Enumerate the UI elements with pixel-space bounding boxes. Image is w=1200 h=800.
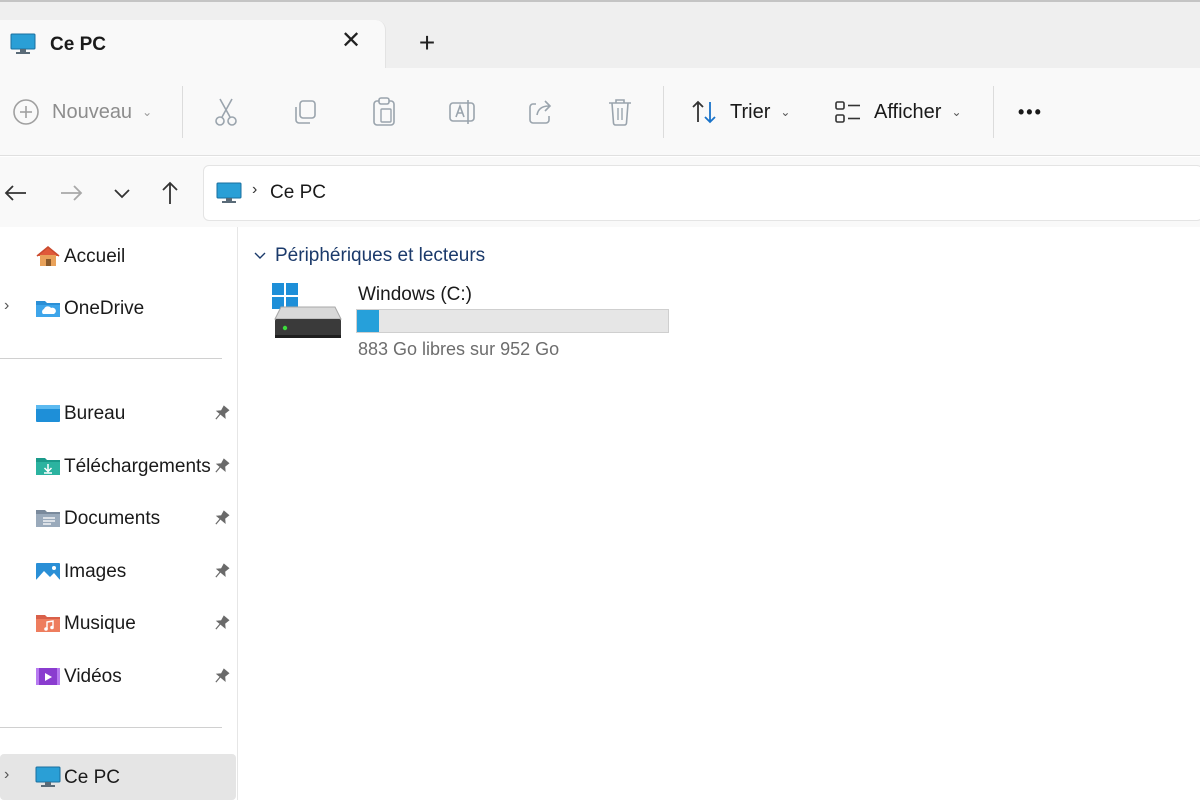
chevron-down-icon: ⌄ (780, 105, 791, 119)
sidebar-item-videos[interactable]: Vidéos (0, 653, 236, 699)
add-circle-icon (13, 99, 39, 125)
computer-icon (216, 182, 242, 203)
drive-name: Windows (C:) (358, 284, 473, 305)
sidebar-item-images[interactable]: Images (0, 548, 236, 594)
documents-folder-icon (36, 510, 60, 527)
videos-folder-icon (36, 668, 60, 685)
pin-icon[interactable] (212, 562, 230, 580)
breadcrumb-ce-pc[interactable]: Ce PC (270, 182, 326, 204)
sort-button[interactable]: Trier ⌄ (690, 92, 790, 132)
toolbar-divider (182, 86, 183, 138)
chevron-down-icon: ⌄ (951, 105, 962, 119)
pin-icon[interactable] (212, 614, 230, 632)
drive-item[interactable]: Windows (C:) 883 Go libres sur 952 Go (271, 283, 691, 367)
pictures-folder-icon (36, 563, 60, 580)
pin-icon[interactable] (212, 667, 230, 685)
copy-icon (295, 100, 316, 124)
new-tab-button[interactable]: + (414, 29, 440, 57)
drive-usage-bar (356, 309, 669, 333)
rename-button[interactable] (448, 92, 478, 132)
chevron-right-icon[interactable]: › (4, 766, 9, 784)
paste-button[interactable] (370, 92, 398, 132)
delete-icon (609, 99, 631, 126)
group-title: Périphériques et lecteurs (275, 245, 486, 266)
drive-usage-fill (357, 310, 379, 332)
chevron-down-icon (254, 252, 266, 259)
chevron-right-icon[interactable]: › (4, 297, 9, 315)
tab-strip: Ce PC ✕ + (0, 0, 1200, 70)
view-label: Afficher (874, 100, 942, 123)
copy-button[interactable] (291, 92, 319, 132)
close-icon[interactable]: ✕ (340, 29, 362, 53)
tab-ce-pc[interactable]: Ce PC ✕ (0, 20, 386, 70)
sidebar-item-label: Accueil (64, 246, 126, 267)
rename-icon (449, 100, 475, 124)
sidebar-item-label: Téléchargements (64, 456, 211, 477)
sidebar-item-bureau[interactable]: Bureau (0, 390, 236, 436)
music-folder-icon (36, 615, 60, 632)
address-bar[interactable]: › Ce PC (203, 165, 1200, 221)
command-bar: Nouveau ⌄ Trier ⌄ Afficher ⌄ ••• (0, 68, 1200, 156)
forward-arrow-icon[interactable] (57, 179, 85, 207)
pin-icon[interactable] (212, 509, 230, 527)
sidebar-item-musique[interactable]: Musique (0, 600, 236, 646)
windows-drive-icon (272, 283, 342, 338)
up-arrow-icon[interactable] (156, 179, 184, 207)
sidebar-divider (0, 727, 222, 728)
sidebar-item-label: Bureau (64, 403, 126, 424)
home-icon (36, 246, 60, 266)
sort-label: Trier (730, 100, 771, 123)
computer-icon (35, 766, 61, 787)
computer-icon (10, 33, 36, 54)
more-options-button[interactable]: ••• (1018, 92, 1043, 132)
pin-icon[interactable] (212, 404, 230, 422)
view-button[interactable]: Afficher ⌄ (834, 92, 962, 132)
file-list: Périphériques et lecteurs Windows (C:) 8… (239, 227, 1200, 800)
sidebar-item-accueil[interactable]: Accueil (0, 233, 236, 279)
sidebar-item-ce-pc[interactable]: › Ce PC (0, 754, 236, 800)
toolbar-divider (663, 86, 664, 138)
breadcrumb-chevron-icon[interactable]: › (252, 181, 257, 199)
cut-button[interactable] (212, 92, 240, 132)
share-icon (529, 100, 552, 124)
group-header[interactable]: Périphériques et lecteurs (253, 245, 485, 267)
sidebar-item-label: Ce PC (64, 767, 120, 788)
tab-title: Ce PC (50, 34, 106, 55)
sort-icon (692, 100, 716, 124)
more-icon: ••• (1018, 101, 1043, 122)
new-label: Nouveau (52, 100, 133, 123)
sidebar-item-label: OneDrive (64, 298, 145, 319)
recent-chevron-icon[interactable] (108, 179, 136, 207)
desktop-folder-icon (36, 405, 60, 422)
navigation-pane: Accueil › OneDrive Bureau Téléchargement… (0, 227, 238, 800)
sidebar-item-onedrive[interactable]: › OneDrive (0, 285, 236, 331)
drive-free-space: 883 Go libres sur 952 Go (358, 339, 560, 359)
cut-icon (215, 98, 237, 126)
sidebar-item-telechargements[interactable]: Téléchargements (0, 443, 236, 489)
downloads-folder-icon (36, 458, 60, 475)
view-icon (835, 101, 860, 123)
pin-icon[interactable] (212, 457, 230, 475)
paste-icon (373, 97, 395, 126)
sidebar-item-documents[interactable]: Documents (0, 495, 236, 541)
sidebar-item-label: Musique (64, 613, 136, 634)
new-button[interactable]: Nouveau ⌄ (12, 92, 152, 132)
sidebar-divider (0, 358, 222, 359)
delete-button[interactable] (606, 92, 634, 132)
chevron-down-icon: ⌄ (142, 105, 153, 119)
sidebar-item-label: Vidéos (64, 666, 122, 687)
navigation-bar: › Ce PC (0, 157, 1200, 227)
back-arrow-icon[interactable] (2, 179, 30, 207)
sidebar-item-label: Images (64, 561, 127, 582)
sidebar-item-label: Documents (64, 508, 161, 529)
toolbar-divider (993, 86, 994, 138)
onedrive-folder-icon (36, 301, 60, 317)
share-button[interactable] (527, 92, 555, 132)
